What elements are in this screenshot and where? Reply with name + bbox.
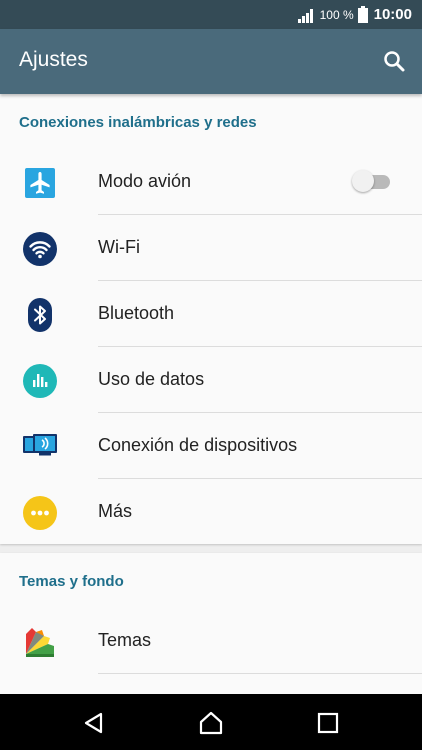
settings-item-wifi[interactable]: Wi-Fi [0, 215, 422, 281]
settings-item-device-connection[interactable]: Conexión de dispositivos [0, 413, 422, 479]
settings-item-label: Modo avión [98, 171, 192, 191]
settings-item-label: Wi-Fi [98, 237, 140, 257]
bluetooth-icon [28, 298, 52, 332]
data-usage-icon [23, 364, 57, 398]
page-title: Ajustes [19, 48, 88, 71]
toggle-thumb [352, 170, 374, 192]
settings-item-label: Más [98, 501, 133, 521]
themes-icon [26, 628, 54, 657]
navigation-bar [0, 694, 422, 750]
device-connection-icon [23, 434, 57, 456]
clock: 10:00 [373, 6, 412, 23]
settings-item-label: Uso de datos [98, 369, 205, 389]
section-themes-wallpaper: Temas y fondo Temas [0, 553, 422, 694]
app-bar: Ajustes [0, 29, 422, 94]
status-bar: 100 % 10:00 [0, 0, 422, 29]
signal-icon [297, 8, 313, 23]
home-icon[interactable] [198, 710, 224, 736]
recent-apps-icon[interactable] [317, 712, 339, 734]
settings-item-airplane-mode[interactable]: Modo avión [0, 149, 422, 215]
back-icon[interactable] [82, 711, 106, 735]
settings-item-more[interactable]: Más [0, 479, 422, 545]
section-header: Conexiones inalámbricas y redes [19, 114, 257, 131]
search-icon[interactable] [382, 49, 406, 73]
section-wireless-networks: Conexiones inalámbricas y redes Modo avi… [0, 94, 422, 544]
divider [98, 673, 422, 674]
settings-item-label: Bluetooth [98, 303, 175, 323]
settings-item-themes[interactable]: Temas [0, 608, 422, 674]
settings-item-label: Temas [98, 630, 152, 650]
airplane-mode-toggle[interactable] [352, 170, 390, 194]
settings-item-bluetooth[interactable]: Bluetooth [0, 281, 422, 347]
more-icon [23, 496, 57, 530]
airplane-icon [25, 168, 55, 198]
wifi-icon [23, 232, 57, 266]
battery-percent: 100 % [319, 7, 354, 22]
settings-item-label: Conexión de dispositivos [98, 435, 298, 455]
battery-icon [357, 6, 368, 23]
section-header: Temas y fondo [19, 573, 124, 590]
settings-item-data-usage[interactable]: Uso de datos [0, 347, 422, 413]
